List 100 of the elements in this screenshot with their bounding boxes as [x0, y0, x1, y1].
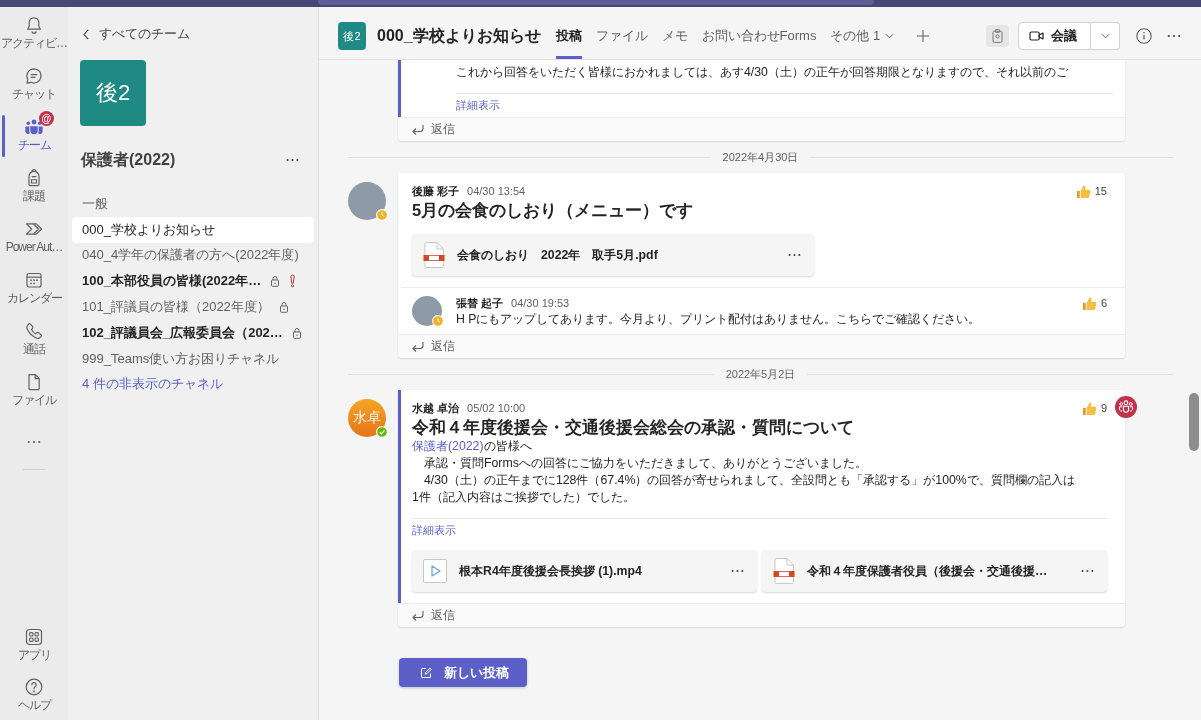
reply-arrow-icon	[411, 340, 424, 353]
meet-button[interactable]: 会議	[1018, 22, 1091, 50]
channel-tab[interactable]: お問い合わせForms	[701, 13, 817, 59]
message-time: 05/02 10:00	[467, 402, 526, 414]
lock-icon	[270, 275, 281, 288]
phone-icon	[24, 321, 44, 341]
file-attachment[interactable]: 根本R4年度後援会長挨拶 (1).mp4	[412, 550, 757, 592]
file-attachment[interactable]: 令和４年度保護者役員（後援会・交通後援…	[762, 550, 1107, 592]
message-subject: 令和４年度後援会・交通後援会総会の承認・質問について	[412, 417, 855, 438]
plus-icon	[916, 29, 931, 43]
video-file-icon	[423, 559, 447, 583]
scrollbar-thumb[interactable]	[1189, 393, 1199, 451]
thumbs-up-icon	[1081, 295, 1097, 311]
channel-item[interactable]: 102_評議員会_広報委員会（202…	[72, 320, 314, 346]
more-icon	[286, 158, 299, 162]
app-bar-button[interactable]: 通話	[0, 314, 68, 365]
channel-item[interactable]: 000_学校よりお知らせ	[72, 216, 314, 243]
thumbs-up-icon	[1081, 400, 1097, 416]
back-button[interactable]: すべてのチーム	[83, 22, 190, 46]
reply-button[interactable]: 返信	[411, 607, 455, 624]
people-icon	[24, 117, 44, 137]
like-button[interactable]: 9	[1081, 400, 1107, 416]
avatar-photo[interactable]	[348, 182, 386, 220]
lock-icon	[278, 301, 289, 314]
lock-icon	[291, 326, 302, 339]
date-label: 2022年5月2日	[724, 366, 797, 382]
app-bar-button[interactable]: ファイル	[0, 365, 68, 416]
help-icon	[24, 677, 44, 697]
channel-title: 000_学校よりお知らせ	[377, 25, 541, 46]
avatar-photo[interactable]	[412, 296, 442, 326]
message-time: 04/30 19:53	[511, 297, 570, 309]
chevron-left-icon	[83, 28, 89, 40]
team-avatar: 後2	[80, 60, 146, 126]
channel-tab[interactable]: メモ	[661, 13, 688, 59]
author-name[interactable]: 後藤 彩子	[412, 183, 460, 199]
app-bar-button[interactable]: アプリ	[0, 620, 68, 670]
more-icon	[731, 569, 744, 573]
compose-icon	[420, 666, 432, 679]
message-text: これから回答をいただく皆様におかれましては、あす4/30（土）の正午が回答期限となりますので、それ以前のご	[456, 64, 1069, 81]
info-button[interactable]	[1135, 27, 1153, 45]
app-bar-button[interactable]: Power Aut…	[0, 212, 68, 263]
clipboard-icon	[992, 29, 1003, 43]
channel-avatar: 後2	[338, 22, 366, 50]
app-bar-button[interactable]: チャット	[0, 59, 68, 110]
channel-item[interactable]: 101_評議員の皆様（2022年度）	[72, 294, 314, 320]
thumbs-up-icon	[1075, 183, 1091, 199]
info-icon	[1136, 28, 1152, 44]
channel-tab[interactable]: ファイル	[595, 13, 648, 59]
channel-item[interactable]: 999_Teams使い方お困りチャネル	[72, 345, 314, 372]
channel-item[interactable]: 040_4学年の保護者の方へ(2022年度)	[72, 242, 314, 269]
chat-bubble-icon	[24, 66, 44, 86]
clipboard-button[interactable]	[986, 25, 1009, 47]
notification-badge: @	[39, 111, 54, 126]
message-text: 保護者(2022)の皆様へ	[412, 438, 533, 455]
pdf-file-icon	[773, 558, 795, 584]
message-text: 4/30（土）の正午までに128件（67.4%）の回答が寄せられまして、全設問とも「承認する」が100%で、質問欄の記入は1件（記入内容はご挨拶でした）でした。	[412, 472, 1076, 506]
channel-item[interactable]: 一般	[72, 191, 314, 217]
author-name[interactable]: 張替 起子	[456, 295, 504, 311]
file-attachment[interactable]: 会食のしおり 2022年 取手5月.pdf	[412, 234, 814, 276]
hidden-channels-link[interactable]: 4 件の非表示のチャネル	[72, 371, 314, 398]
date-label: 2022年4月30日	[721, 149, 800, 165]
chevron-down-icon	[885, 33, 895, 39]
like-button[interactable]: 15	[1075, 183, 1107, 199]
team-name: 保護者(2022)	[81, 149, 176, 170]
app-bar-button[interactable]: ヘルプ	[0, 670, 68, 720]
reply-arrow-icon	[411, 609, 424, 622]
more-icon	[1167, 34, 1181, 38]
message-text: 承認・質問Formsへの回答にご協力をいただきまして、ありがとうございました。	[423, 455, 868, 472]
more-icon	[1081, 569, 1094, 573]
chevron-down-icon	[1100, 33, 1110, 39]
calendar-icon	[24, 270, 44, 290]
see-more-link[interactable]: 詳細表示	[412, 523, 1107, 537]
app-bar-button[interactable]: 課題	[0, 161, 68, 212]
app-bar-button[interactable]: チーム @	[0, 110, 68, 161]
channel-item[interactable]: 100_本部役員の皆様(2022年…	[72, 268, 314, 295]
channel-tab[interactable]: その他 1	[830, 13, 895, 59]
message-text: H Pにもアップしてあります。今月より、プリント配付はありません。こちらでご確認ください。	[456, 311, 982, 328]
meet-options-button[interactable]	[1091, 22, 1120, 50]
search-field[interactable]	[318, 0, 874, 5]
file-name[interactable]: 令和４年度保護者役員（後援会・交通後援…	[807, 562, 1078, 580]
author-name[interactable]: 水越 卓治	[412, 400, 460, 416]
message-subject: 5月の会食のしおり（メニュー）です	[412, 200, 695, 221]
like-button[interactable]: 6	[1081, 295, 1107, 311]
app-bar-button[interactable]: アクティビ…	[0, 8, 68, 59]
pdf-file-icon	[423, 242, 445, 268]
bell-icon	[24, 15, 44, 35]
see-more-link[interactable]: 詳細表示	[456, 98, 1113, 112]
message-time: 04/30 13:54	[467, 185, 526, 197]
mention-link[interactable]: 保護者(2022)	[412, 439, 484, 453]
exclamation-icon	[289, 274, 297, 289]
video-camera-icon	[1029, 30, 1044, 42]
file-name[interactable]: 会食のしおり 2022年 取手5月.pdf	[457, 246, 785, 264]
reply-button[interactable]: 返信	[411, 338, 455, 355]
more-icon	[788, 253, 801, 257]
new-post-button[interactable]: 新しい投稿	[399, 658, 527, 687]
app-bar-button[interactable]: カレンダー	[0, 263, 68, 314]
more-icon	[27, 439, 41, 444]
file-name[interactable]: 根本R4年度後援会長挨拶 (1).mp4	[459, 562, 728, 580]
reply-button[interactable]: 返信	[411, 121, 455, 138]
reply-arrow-icon	[411, 123, 424, 136]
